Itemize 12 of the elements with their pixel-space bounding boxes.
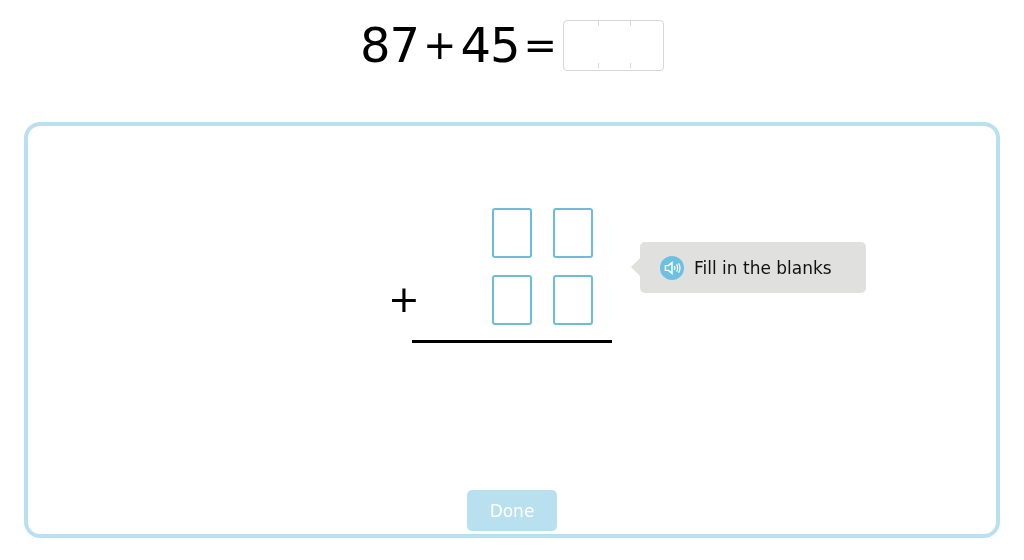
plus-sign: +	[388, 280, 420, 318]
digit-box[interactable]	[492, 275, 532, 325]
digit-box[interactable]	[553, 208, 593, 258]
digit-box[interactable]	[492, 208, 532, 258]
digit-box[interactable]	[553, 275, 593, 325]
hint-text: Fill in the blanks	[694, 257, 832, 278]
plus-sign: +	[423, 21, 457, 70]
answer-field[interactable]	[563, 20, 665, 71]
speaker-icon[interactable]	[660, 255, 684, 280]
equals-sign: =	[523, 21, 558, 70]
equation-number: 45	[460, 20, 520, 71]
equation-number: 87	[359, 20, 419, 71]
